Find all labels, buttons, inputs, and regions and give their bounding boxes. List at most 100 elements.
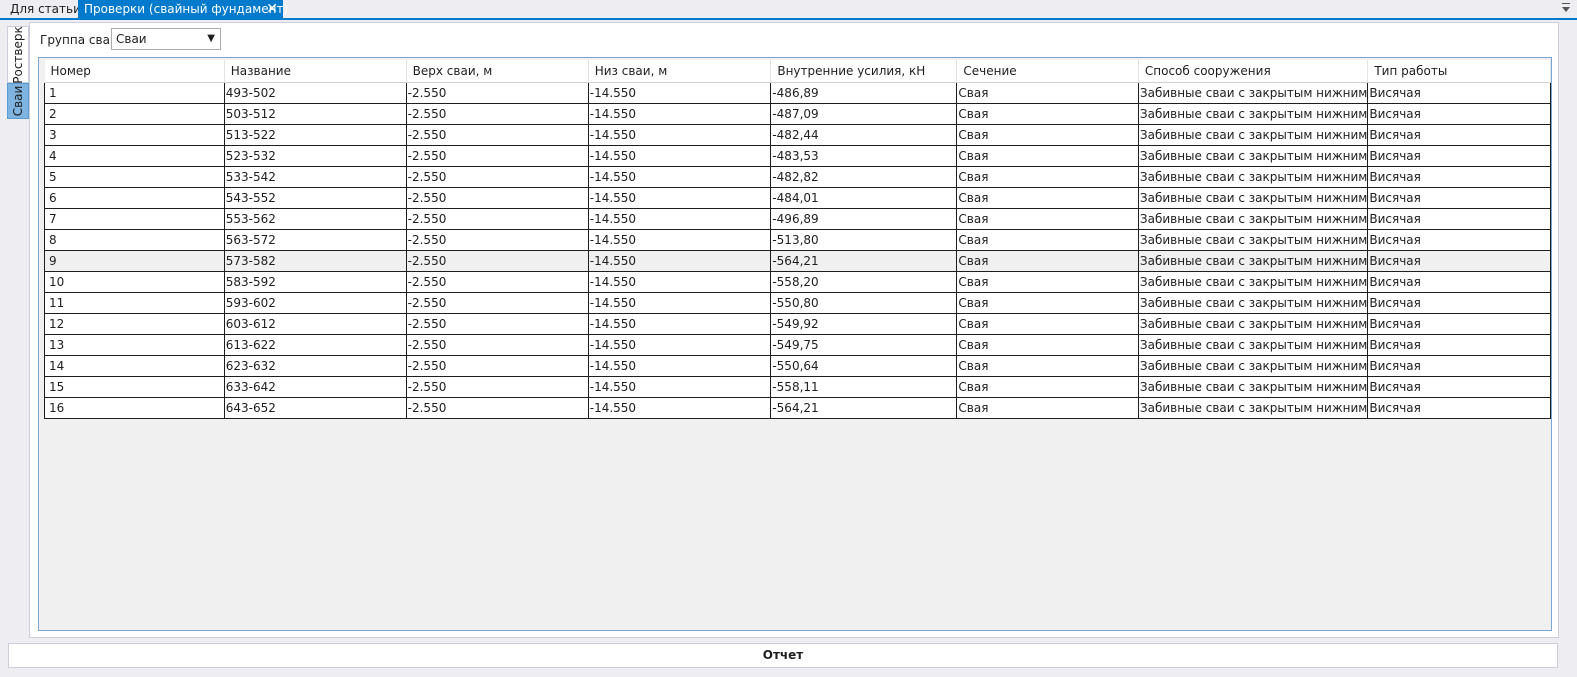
table-cell[interactable]: -487,09	[770, 102, 958, 125]
column-header[interactable]: Внутренние усилия, кН	[770, 60, 958, 83]
table-cell[interactable]: Свая	[956, 123, 1139, 146]
table-cell[interactable]: 13	[44, 333, 225, 356]
table-cell[interactable]: Забивные сваи с закрытым нижним	[1137, 186, 1369, 209]
table-cell[interactable]: -14.550	[587, 354, 772, 377]
table-cell[interactable]: 11	[44, 291, 225, 314]
table-cell[interactable]: Висячая	[1367, 333, 1551, 356]
table-cell[interactable]: Висячая	[1367, 396, 1551, 419]
table-cell[interactable]: Свая	[956, 81, 1139, 104]
table-cell[interactable]: -2.550	[405, 228, 589, 251]
table-cell[interactable]: 5	[44, 165, 225, 188]
table-cell[interactable]: Забивные сваи с закрытым нижним	[1137, 228, 1369, 251]
table-cell[interactable]: Свая	[956, 186, 1139, 209]
table-cell[interactable]: 543-552	[223, 186, 407, 209]
table-cell[interactable]: Висячая	[1367, 102, 1551, 125]
table-cell[interactable]: 14	[44, 354, 225, 377]
table-cell[interactable]: -14.550	[587, 207, 772, 230]
column-header[interactable]: Тип работы	[1367, 60, 1551, 83]
table-row[interactable]: 14 623-632 -2.550 -14.550 -550,64 Свая Забивны…	[44, 354, 1551, 377]
table-row[interactable]: 11 593-602 -2.550 -14.550 -550,80 Свая Забивны…	[44, 291, 1551, 314]
table-row[interactable]: 5 533-542 -2.550 -14.550 -482,82 Свая Забивные…	[44, 165, 1551, 188]
table-cell[interactable]: Висячая	[1367, 207, 1551, 230]
table-cell[interactable]: 503-512	[223, 102, 407, 125]
table-cell[interactable]: Свая	[956, 354, 1139, 377]
table-cell[interactable]: Забивные сваи с закрытым нижним	[1137, 396, 1369, 419]
table-row[interactable]: 12 603-612 -2.550 -14.550 -549,92 Свая Забивны…	[44, 312, 1551, 335]
report-button[interactable]: Отчет	[8, 643, 1558, 668]
table-cell[interactable]: -2.550	[405, 123, 589, 146]
table-cell[interactable]: Свая	[956, 228, 1139, 251]
table-cell[interactable]: Забивные сваи с закрытым нижним	[1137, 333, 1369, 356]
tab-list-menu-icon[interactable]	[1561, 2, 1571, 14]
table-cell[interactable]: 16	[44, 396, 225, 419]
table-cell[interactable]: 533-542	[223, 165, 407, 188]
column-header[interactable]: Номер	[44, 60, 225, 83]
table-cell[interactable]: 643-652	[223, 396, 407, 419]
table-cell[interactable]: -2.550	[405, 81, 589, 104]
column-header[interactable]: Название	[224, 60, 407, 83]
table-row[interactable]: 2 503-512 -2.550 -14.550 -487,09 Свая Забивные…	[44, 102, 1551, 125]
table-cell[interactable]: 623-632	[223, 354, 407, 377]
table-cell[interactable]: Висячая	[1367, 354, 1551, 377]
table-cell[interactable]: Свая	[956, 270, 1139, 293]
side-tab-piles[interactable]: Сваи	[7, 83, 29, 119]
table-row[interactable]: 10 583-592 -2.550 -14.550 -558,20 Свая Забивны…	[44, 270, 1551, 293]
table-cell[interactable]: -2.550	[405, 207, 589, 230]
table-row[interactable]: 7 553-562 -2.550 -14.550 -496,89 Свая Забивные…	[44, 207, 1551, 230]
table-cell[interactable]: -14.550	[587, 81, 772, 104]
table-cell[interactable]: Висячая	[1367, 291, 1551, 314]
table-cell[interactable]: 523-532	[223, 144, 407, 167]
table-cell[interactable]: -14.550	[587, 102, 772, 125]
table-cell[interactable]: Забивные сваи с закрытым нижним	[1137, 123, 1369, 146]
table-cell[interactable]: -14.550	[587, 270, 772, 293]
table-cell[interactable]: Свая	[956, 207, 1139, 230]
table-cell[interactable]: Свая	[956, 396, 1139, 419]
table-cell[interactable]: -550,80	[770, 291, 958, 314]
table-row[interactable]: 1 493-502 -2.550 -14.550 -486,89 Свая Забивные…	[44, 81, 1551, 104]
table-cell[interactable]: -14.550	[587, 165, 772, 188]
table-cell[interactable]: -482,82	[770, 165, 958, 188]
table-cell[interactable]: -549,92	[770, 312, 958, 335]
table-cell[interactable]: 583-592	[223, 270, 407, 293]
table-cell[interactable]: Свая	[956, 144, 1139, 167]
table-cell[interactable]: -513,80	[770, 228, 958, 251]
table-cell[interactable]: 573-582	[223, 249, 407, 272]
table-cell[interactable]: -564,21	[770, 249, 958, 272]
table-cell[interactable]: -14.550	[587, 123, 772, 146]
table-cell[interactable]: -482,44	[770, 123, 958, 146]
tab-pile-foundation-checks[interactable]: Проверки (свайный фундамент) ✕	[78, 0, 288, 20]
table-cell[interactable]: -558,20	[770, 270, 958, 293]
table-cell[interactable]: -14.550	[587, 396, 772, 419]
table-cell[interactable]: Свая	[956, 102, 1139, 125]
table-cell[interactable]: -14.550	[587, 333, 772, 356]
table-cell[interactable]: -2.550	[405, 144, 589, 167]
table-cell[interactable]: Свая	[956, 165, 1139, 188]
table-cell[interactable]: 513-522	[223, 123, 407, 146]
table-cell[interactable]: -496,89	[770, 207, 958, 230]
table-cell[interactable]: -2.550	[405, 270, 589, 293]
table-cell[interactable]: 10	[44, 270, 225, 293]
table-cell[interactable]: 493-502	[223, 81, 407, 104]
table-cell[interactable]: 9	[44, 249, 225, 272]
table-cell[interactable]: 603-612	[223, 312, 407, 335]
table-cell[interactable]: Висячая	[1367, 375, 1551, 398]
table-cell[interactable]: 553-562	[223, 207, 407, 230]
table-row[interactable]: 9 573-582 -2.550 -14.550 -564,21 Свая Забивные…	[44, 249, 1551, 272]
table-cell[interactable]: Свая	[956, 291, 1139, 314]
table-cell[interactable]: Забивные сваи с закрытым нижним	[1137, 165, 1369, 188]
column-header[interactable]: Низ сваи, м	[588, 60, 772, 83]
table-cell[interactable]: 563-572	[223, 228, 407, 251]
table-cell[interactable]: Висячая	[1367, 270, 1551, 293]
table-cell[interactable]: -2.550	[405, 165, 589, 188]
close-icon[interactable]: ✕	[266, 0, 278, 19]
table-cell[interactable]: Забивные сваи с закрытым нижним	[1137, 312, 1369, 335]
table-cell[interactable]: -2.550	[405, 333, 589, 356]
table-cell[interactable]: Забивные сваи с закрытым нижним	[1137, 375, 1369, 398]
table-row[interactable]: 15 633-642 -2.550 -14.550 -558,11 Свая Забивны…	[44, 375, 1551, 398]
table-cell[interactable]: Свая	[956, 333, 1139, 356]
table-cell[interactable]: Забивные сваи с закрытым нижним	[1137, 291, 1369, 314]
table-cell[interactable]: -2.550	[405, 291, 589, 314]
table-row[interactable]: 6 543-552 -2.550 -14.550 -484,01 Свая Забивные…	[44, 186, 1551, 209]
table-cell[interactable]: Забивные сваи с закрытым нижним	[1137, 81, 1369, 104]
column-header[interactable]: Верх сваи, м	[406, 60, 589, 83]
